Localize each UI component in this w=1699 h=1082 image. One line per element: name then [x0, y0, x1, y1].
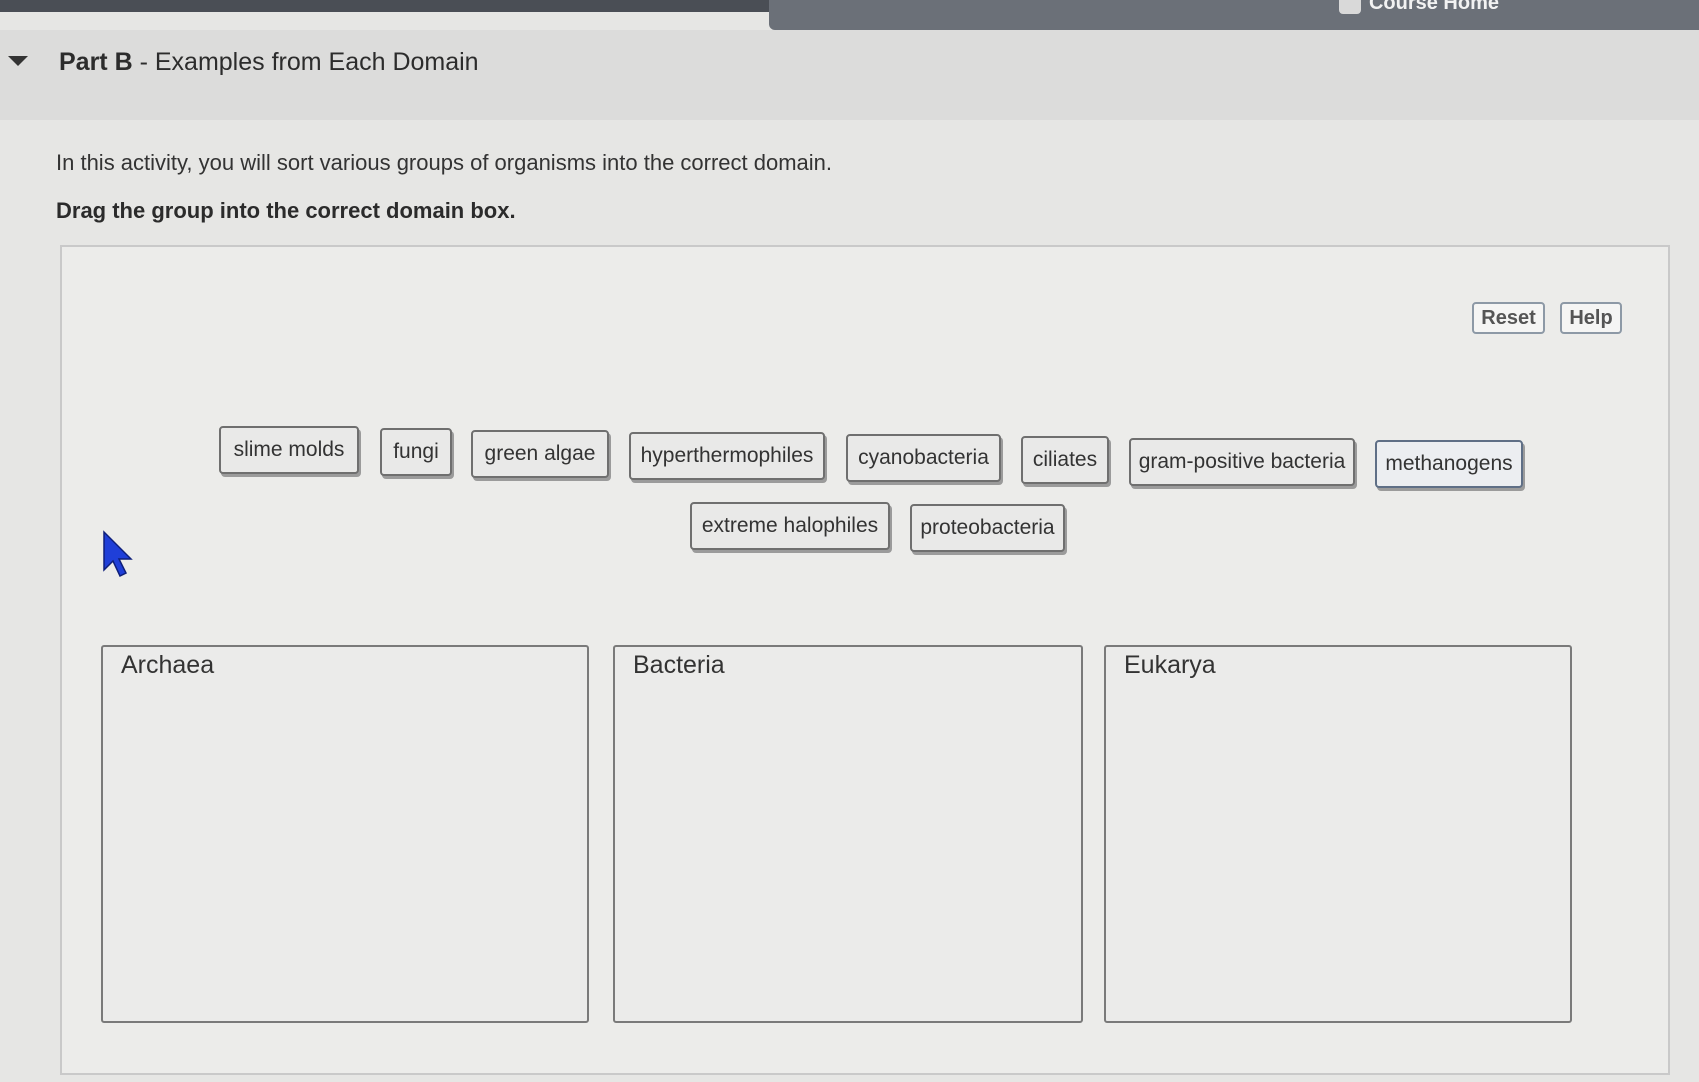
drop-zone-label: Bacteria	[633, 651, 725, 679]
drop-zone-label: Eukarya	[1124, 651, 1216, 679]
reset-button[interactable]: Reset	[1472, 302, 1545, 334]
drop-zone-bacteria[interactable]: Bacteria	[613, 645, 1083, 1023]
chip-cyanobacteria[interactable]: cyanobacteria	[846, 434, 1001, 482]
chip-ciliates[interactable]: ciliates	[1021, 436, 1109, 484]
chip-methanogens[interactable]: methanogens	[1375, 440, 1523, 488]
drop-zone-label: Archaea	[121, 651, 215, 679]
chip-gram-positive-bacteria[interactable]: gram-positive bacteria	[1129, 438, 1355, 486]
intro-text: In this activity, you will sort various …	[56, 150, 833, 175]
chip-proteobacteria[interactable]: proteobacteria	[910, 504, 1065, 552]
part-label: Part B	[59, 48, 133, 76]
chip-slime-molds[interactable]: slime molds	[219, 426, 359, 474]
chip-hyperthermophiles[interactable]: hyperthermophiles	[629, 432, 825, 480]
collapse-caret-icon[interactable]	[8, 56, 28, 66]
mouse-cursor-icon	[103, 530, 133, 578]
course-home-label: Course Home	[1368, 0, 1499, 14]
home-icon	[1338, 0, 1361, 14]
course-home-link[interactable]: Course Home	[1338, 0, 1499, 15]
drop-zone-archaea[interactable]: Archaea	[101, 645, 589, 1023]
help-button[interactable]: Help	[1560, 302, 1622, 334]
instruction-text: Drag the group into the correct domain b…	[56, 198, 516, 223]
chip-extreme-halophiles[interactable]: extreme halophiles	[690, 502, 890, 550]
part-title: Part B - Examples from Each Domain	[59, 48, 479, 77]
drop-zone-eukarya[interactable]: Eukarya	[1104, 645, 1572, 1023]
top-bar-right: Course Home	[769, 0, 1699, 30]
chip-fungi[interactable]: fungi	[380, 428, 452, 476]
part-title-text: Examples from Each Domain	[154, 48, 479, 76]
chip-green-algae[interactable]: green algae	[471, 430, 609, 478]
part-separator: -	[132, 48, 155, 76]
